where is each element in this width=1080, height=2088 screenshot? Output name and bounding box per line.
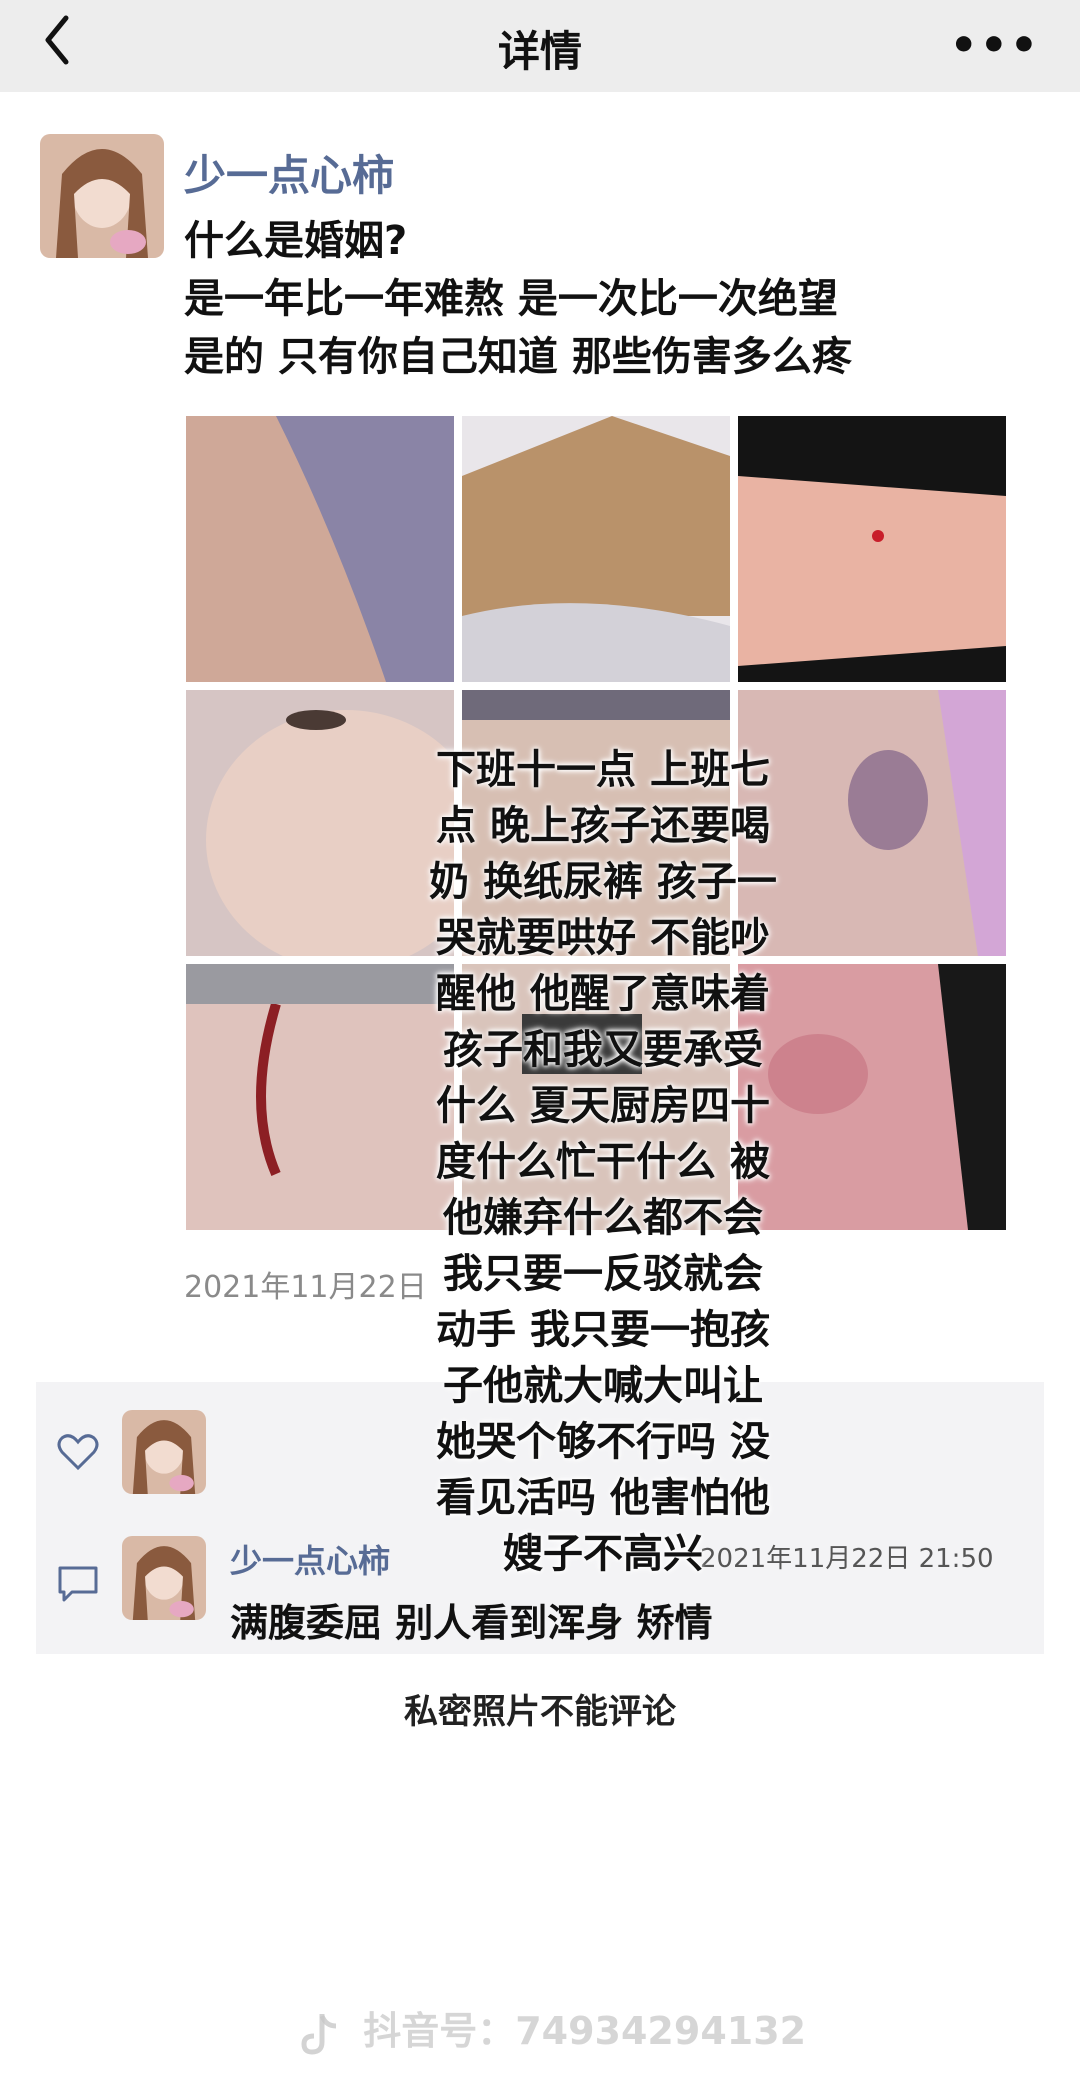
top-navbar: 详情 ••• bbox=[0, 0, 1080, 92]
comment-bubble-icon[interactable] bbox=[56, 1562, 100, 1606]
like-heart-icon[interactable] bbox=[56, 1430, 100, 1474]
post-timestamp: 2021年11月22日 bbox=[184, 1270, 427, 1305]
watermark-text: 抖音号：74934294132 bbox=[363, 2009, 807, 2053]
page-title: 详情 bbox=[497, 27, 582, 76]
commenter-username[interactable]: 少一点心柿 bbox=[230, 1536, 390, 1582]
photo-thumbnail[interactable] bbox=[738, 416, 1006, 682]
photo-thumbnail[interactable] bbox=[186, 416, 454, 682]
commenter-avatar[interactable] bbox=[122, 1536, 206, 1620]
liker-avatar[interactable] bbox=[122, 1410, 206, 1494]
post-text: 什么是婚姻? 是一年比一年难熬 是一次比一次绝望 是的 只有你自己知道 那些伤害… bbox=[184, 218, 852, 380]
photo-thumbnail[interactable] bbox=[186, 690, 454, 956]
more-options-icon[interactable]: ••• bbox=[950, 20, 1040, 71]
private-photo-note: 私密照片不能评论 bbox=[404, 1692, 676, 1732]
photo-thumbnail[interactable] bbox=[186, 964, 454, 1230]
avatar[interactable] bbox=[40, 134, 164, 258]
comment-text: 满腹委屈 别人看到浑身 矫情 bbox=[230, 1601, 713, 1645]
post-username[interactable]: 少一点心柿 bbox=[184, 142, 394, 203]
douyin-watermark: 抖音号：74934294132 bbox=[300, 2000, 806, 2056]
overlay-caption: 下班十一点 上班七 点 晚上孩子还要喝 奶 换纸尿裤 孩子一 哭就要哄好 不能吵… bbox=[429, 747, 777, 1577]
douyin-logo-icon bbox=[301, 2013, 337, 2055]
photo-thumbnail[interactable] bbox=[462, 416, 730, 682]
